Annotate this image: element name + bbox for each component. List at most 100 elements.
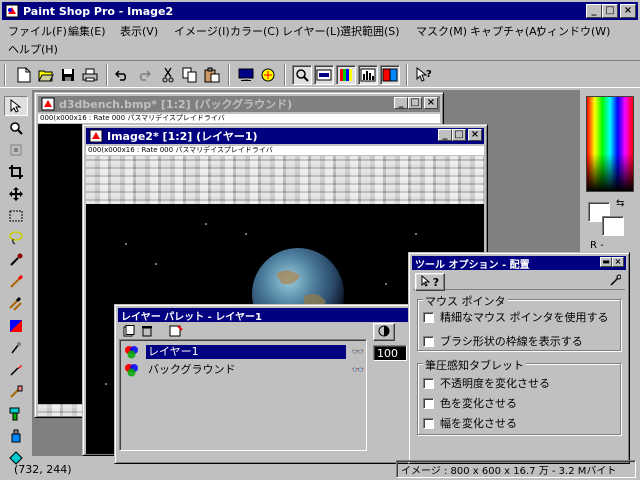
image2-titlebar[interactable]: Image2* [1:2] (レイヤー1) _ □ × <box>86 128 484 144</box>
undo-icon[interactable] <box>112 65 132 85</box>
checkbox[interactable] <box>423 397 434 409</box>
crop-icon[interactable] <box>4 162 28 182</box>
tool-options-titlebar[interactable]: ツール オプション - 配置 ▬ × <box>412 256 626 271</box>
clouds-top <box>86 156 484 204</box>
menu-image[interactable]: イメージ(I) <box>174 23 230 39</box>
save-icon[interactable] <box>58 65 78 85</box>
menu-help[interactable]: ヘルプ(H) <box>8 41 58 57</box>
app-title: Paint Shop Pro - Image2 <box>23 4 174 18</box>
new-layer-icon[interactable] <box>123 325 135 340</box>
arrow-icon[interactable] <box>4 96 28 116</box>
menu-capture[interactable]: キャプチャ(A) <box>470 23 541 39</box>
app-titlebar[interactable]: Paint Shop Pro - Image2 _ □ × <box>2 2 638 20</box>
menu-file[interactable]: ファイル(F) <box>8 23 67 39</box>
redo-icon[interactable] <box>134 65 154 85</box>
zoom-tool-icon[interactable] <box>4 118 28 138</box>
menu-color[interactable]: カラー(C) <box>230 23 279 39</box>
minimize-icon: ▬ <box>602 257 610 266</box>
d3dbench-maximize-button[interactable]: □ <box>408 97 422 109</box>
option-label: ブラシ形状の枠線を表示する <box>440 335 583 348</box>
tool-options-minimize-button[interactable]: ▬ <box>600 257 612 267</box>
layer-palette-titlebar[interactable]: レイヤー パレット - レイヤー1 <box>118 308 408 323</box>
tool-options-icon[interactable] <box>380 65 400 85</box>
color-replacer-icon[interactable] <box>4 316 28 336</box>
maximize-button[interactable]: □ <box>602 4 618 18</box>
clone-brush-icon[interactable] <box>4 294 28 314</box>
color-palette-icon[interactable] <box>336 65 356 85</box>
browse-icon[interactable] <box>258 65 278 85</box>
layer-tab-opacity[interactable] <box>373 323 395 341</box>
checkbox[interactable] <box>423 335 434 347</box>
tool-options-palette: ツール オプション - 配置 ▬ × ? マウス ポインタ 精細なマウス ポイン… <box>408 252 630 464</box>
freehand-lasso-icon[interactable] <box>4 228 28 248</box>
layer-row[interactable]: レイヤー1 👓 <box>124 344 364 360</box>
option-vary-opacity[interactable]: 不透明度を変化させる <box>423 375 550 391</box>
selection-icon[interactable] <box>4 206 28 226</box>
print-icon[interactable] <box>80 65 100 85</box>
visibility-glasses-icon[interactable]: 👓 <box>352 365 364 376</box>
visibility-glasses-icon[interactable]: 👓 <box>352 347 364 358</box>
minimize-icon: _ <box>442 129 448 140</box>
background-color-swatch[interactable] <box>602 216 624 236</box>
d3dbench-minimize-button[interactable]: _ <box>394 97 408 109</box>
d3dbench-titlebar[interactable]: d3dbench.bmp* [1:2] (バックグラウンド) _ □ × <box>38 96 440 112</box>
cut-icon[interactable] <box>158 65 178 85</box>
menu-edit[interactable]: 編集(E) <box>68 23 106 39</box>
histogram-icon[interactable] <box>314 65 334 85</box>
layer-properties-icon[interactable] <box>169 325 183 340</box>
eraser-icon[interactable] <box>4 382 28 402</box>
mover-icon[interactable] <box>4 184 28 204</box>
tool-options-title: ツール オプション - 配置 <box>415 259 530 271</box>
option-precise-pointer[interactable]: 精細なマウス ポインタを使用する <box>423 309 609 325</box>
layers-icon[interactable] <box>358 65 378 85</box>
copy-icon[interactable] <box>180 65 200 85</box>
help-pointer-icon[interactable]: ? <box>414 65 434 85</box>
minimize-button[interactable]: _ <box>586 4 602 18</box>
option-brush-outline[interactable]: ブラシ形状の枠線を表示する <box>423 333 583 349</box>
menu-view[interactable]: 表示(V) <box>120 23 158 39</box>
color-spectrum[interactable] <box>586 96 634 192</box>
view-screen-icon[interactable] <box>236 65 256 85</box>
zoom-icon[interactable] <box>292 65 312 85</box>
layer-row[interactable]: バックグラウンド 👓 <box>124 362 364 378</box>
d3dbench-close-button[interactable]: × <box>424 97 438 109</box>
retouch-icon[interactable] <box>4 338 28 358</box>
deform-icon[interactable] <box>4 140 28 160</box>
delete-layer-icon[interactable] <box>141 325 153 340</box>
swap-colors-icon[interactable]: ⇆ <box>616 198 624 209</box>
tool-options-close-button[interactable]: × <box>612 257 624 267</box>
svg-text:?: ? <box>426 69 432 80</box>
option-vary-width[interactable]: 幅を変化させる <box>423 415 517 431</box>
option-label: 幅を変化させる <box>440 417 517 430</box>
layer-name[interactable]: レイヤー1 <box>146 345 346 359</box>
scratch-remover-icon[interactable] <box>4 360 28 380</box>
airbrush-icon[interactable] <box>4 426 28 446</box>
layer-opacity-value[interactable]: 100 <box>373 345 407 361</box>
dropper-icon[interactable] <box>4 250 28 270</box>
checkbox[interactable] <box>423 417 434 429</box>
d3dbench-title: d3dbench.bmp* [1:2] (バックグラウンド) <box>59 98 293 111</box>
menu-window[interactable]: ウィンドウ(W) <box>536 23 610 39</box>
close-icon: × <box>470 129 480 140</box>
paintbrush-icon[interactable] <box>4 272 28 292</box>
toolbar-separator <box>406 64 408 86</box>
checkbox[interactable] <box>423 377 434 389</box>
paste-icon[interactable] <box>202 65 222 85</box>
tool-options-tab[interactable]: ? <box>415 273 445 291</box>
picture-tube-icon[interactable] <box>4 404 28 424</box>
main-window: Paint Shop Pro - Image2 _ □ × ファイル(F) 編集… <box>0 0 640 480</box>
open-folder-icon[interactable] <box>36 65 56 85</box>
menu-mask[interactable]: マスク(M) <box>416 23 467 39</box>
checkbox[interactable] <box>423 311 434 323</box>
image2-close-button[interactable]: × <box>468 129 482 141</box>
image2-minimize-button[interactable]: _ <box>438 129 452 141</box>
menu-layer[interactable]: レイヤー(L) <box>282 23 340 39</box>
image2-maximize-button[interactable]: □ <box>452 129 466 141</box>
option-vary-color[interactable]: 色を変化させる <box>423 395 517 411</box>
new-file-icon[interactable] <box>14 65 34 85</box>
menu-selection[interactable]: 選択範囲(S) <box>340 23 400 39</box>
pressure-pen-icon[interactable] <box>609 274 622 289</box>
status-bar: (732, 244) イメージ : 800 x 600 x 16.7 万 - 3… <box>0 458 640 480</box>
layer-name[interactable]: バックグラウンド <box>146 363 346 377</box>
close-button[interactable]: × <box>620 4 636 18</box>
